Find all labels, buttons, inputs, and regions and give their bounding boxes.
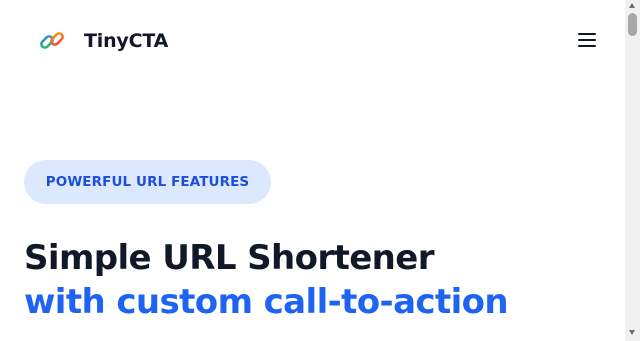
scroll-up-arrow-icon[interactable]	[629, 3, 635, 8]
page: TinyCTA POWERFUL URL FEATURES Simple URL…	[0, 0, 625, 341]
navbar: TinyCTA	[0, 0, 625, 80]
menu-bar-top	[578, 33, 596, 36]
hero-title-line-2: with custom call-to-action	[24, 282, 509, 322]
brand-name: TinyCTA	[84, 30, 169, 52]
features-badge: POWERFUL URL FEATURES	[24, 160, 271, 204]
menu-bar-bottom	[578, 45, 596, 48]
brand-link[interactable]: TinyCTA	[38, 27, 168, 55]
hamburger-menu-icon[interactable]	[575, 29, 599, 51]
vertical-scrollbar[interactable]	[625, 0, 640, 341]
menu-bar-middle	[578, 39, 596, 42]
chain-link-icon	[40, 32, 64, 49]
hero-title: Simple URL Shortener with custom call-to…	[24, 236, 509, 324]
scrollbar-thumb[interactable]	[628, 13, 637, 36]
scroll-down-arrow-icon[interactable]	[629, 330, 635, 335]
hero-title-line-1: Simple URL Shortener	[24, 238, 435, 278]
